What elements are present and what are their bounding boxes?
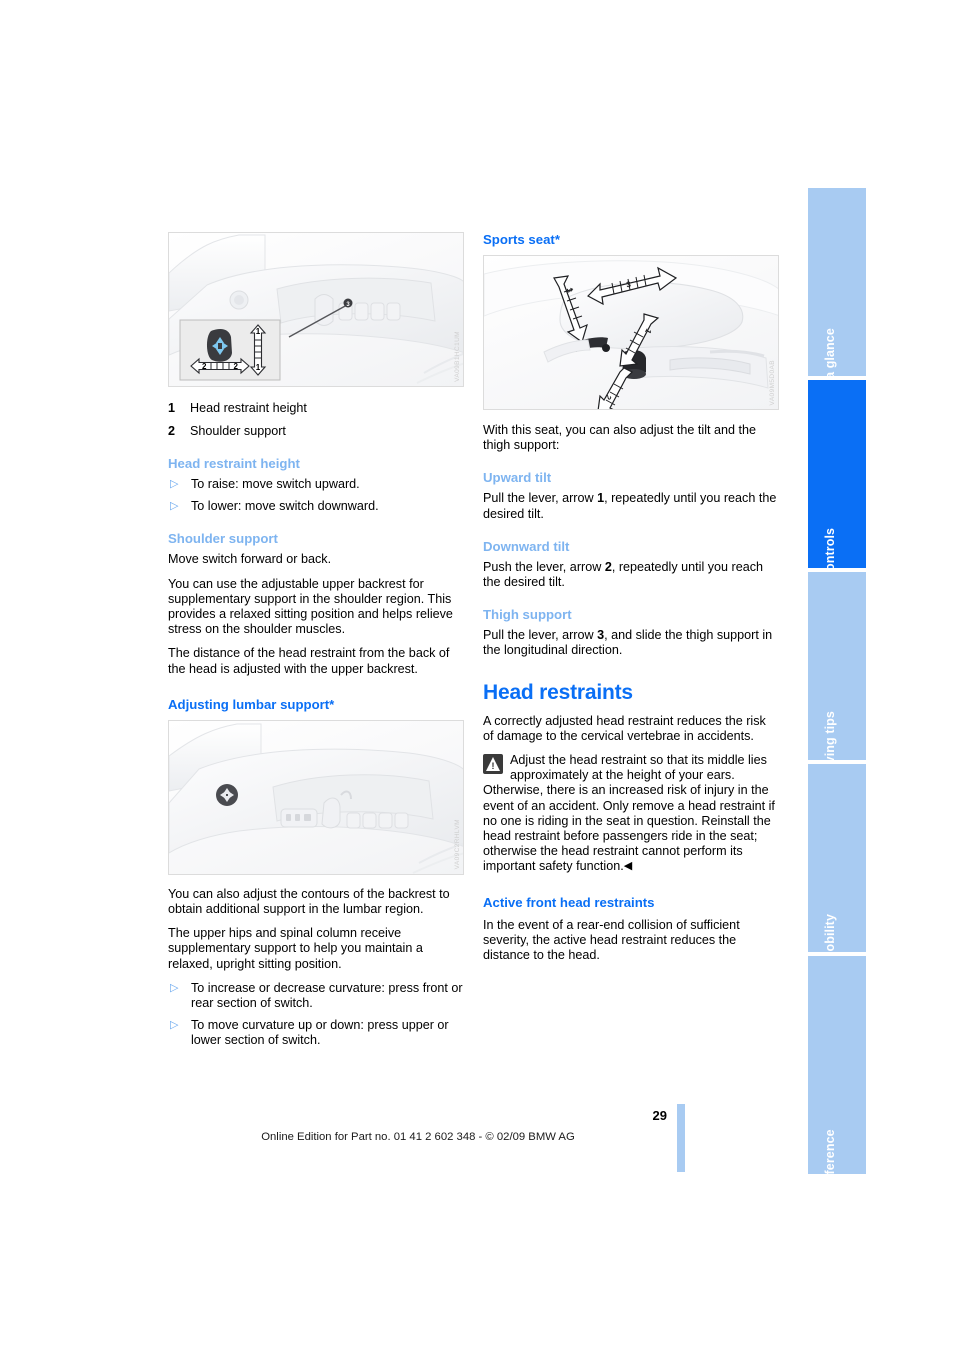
svg-text:1: 1 <box>256 327 261 336</box>
triangle-bullet-icon: ▷ <box>170 1019 179 1032</box>
bullet-item: ▷ To lower: move switch downward. <box>168 499 464 514</box>
triangle-bullet-icon: ▷ <box>170 478 179 490</box>
figure-legend-list: 1 Head restraint height 2 Shoulder suppo… <box>168 401 464 439</box>
paragraph: The upper hips and spinal column receive… <box>168 926 423 971</box>
text-before: Pull the lever, arrow <box>483 491 598 506</box>
text-before: Pull the lever, arrow <box>483 628 598 643</box>
paragraph: Pull the lever, arrow 1, repeatedly unti… <box>483 491 779 521</box>
paragraph: Push the lever, arrow 2, repeatedly unti… <box>483 560 779 590</box>
paragraph: With this seat, you can also adjust the … <box>483 423 757 453</box>
legend-number: 1 <box>168 401 176 415</box>
bullet-item: ▷ To move curvature up or down: press up… <box>168 1018 464 1048</box>
lumbar-illustration-svg <box>169 723 463 874</box>
heading-active-front-head-restraints: Active front head restraints <box>483 894 655 910</box>
triangle-bullet-icon: ▷ <box>170 500 179 513</box>
left-column: 3 1 1 2 2 VA09B1HC1UM 1 Head restraint h… <box>168 232 464 1056</box>
figure-image-code: VA09C2RHLVM <box>454 819 461 870</box>
paragraph: You can also adjust the contours of the … <box>168 886 450 917</box>
bullet-text: To raise: move switch upward. <box>191 477 360 491</box>
bullet-text: To increase or decrease curvature: press… <box>191 980 463 1011</box>
bullet-item: ▷ To increase or decrease curvature: pre… <box>168 981 464 1011</box>
page-title-head-restraints: Head restraints <box>483 680 633 704</box>
arrow-number: 2 <box>604 559 612 574</box>
sidebar-tab-at-a-glance[interactable]: At a glance <box>808 186 866 396</box>
warning-end-marker: ◀ <box>623 860 633 873</box>
svg-text:1: 1 <box>256 363 261 372</box>
figure-image-code: VA09M5D0AB <box>769 359 776 405</box>
warning-exclamation-mark: ! <box>491 761 495 772</box>
manual-page: At a glance Controls Driving tips Mobili… <box>0 0 954 1350</box>
heading-thigh-support: Thigh support <box>483 607 572 623</box>
bullet-text: To move curvature up or down: press uppe… <box>191 1018 449 1048</box>
paragraph: You can use the adjustable upper backres… <box>168 576 453 637</box>
sidebar-tab-mobility[interactable]: Mobility <box>808 762 866 962</box>
footer-edition-text: Online Edition for Part no. 01 41 2 602 … <box>261 1131 575 1143</box>
svg-text:2: 2 <box>234 362 239 371</box>
heading-sports-seat: Sports seat* <box>483 232 560 247</box>
lumbar-support-switch-illustration: VA09C2RHLVM <box>168 719 464 875</box>
triangle-bullet-icon: ▷ <box>170 981 179 994</box>
bullet-item: ▷ To raise: move switch upward. <box>168 477 464 492</box>
sports-seat-lever-illustration: 3 3 1 2 VA09M5D0AB <box>483 255 779 410</box>
figure-image-code: VA09B1HC1UM <box>454 331 461 382</box>
heading-upward-tilt: Upward tilt <box>483 470 552 486</box>
paragraph: In the event of a rear-end collision of … <box>483 917 740 963</box>
heading-head-restraint-height: Head restraint height <box>168 456 300 471</box>
warning-triangle-icon: ! <box>483 754 503 775</box>
footer-accent-bar <box>677 1104 685 1172</box>
legend-label: Head restraint height <box>190 401 307 415</box>
paragraph: Move switch forward or back. <box>168 552 332 567</box>
paragraph: Pull the lever, arrow 3, and slide the t… <box>483 628 779 658</box>
sidebar-tab-driving-tips[interactable]: Driving tips <box>808 570 866 781</box>
heading-shoulder-support: Shoulder support <box>168 531 278 547</box>
warning-notice: ! Adjust the head restraint so that its … <box>483 753 779 875</box>
legend-item: 1 Head restraint height <box>168 401 464 416</box>
sidebar-tab-reference[interactable]: Reference <box>808 954 866 1191</box>
heading-adjusting-lumbar-support: Adjusting lumbar support* <box>168 696 335 712</box>
text-before: Push the lever, arrow <box>483 559 605 574</box>
seat-adjustment-switch-illustration: 3 1 1 2 2 VA09B1HC1UM <box>168 232 464 387</box>
sports-seat-illustration-svg: 3 3 1 2 <box>484 260 778 409</box>
seat-illustration-svg: 3 1 1 2 2 <box>169 234 463 384</box>
sidebar-tab-controls[interactable]: Controls <box>808 378 866 580</box>
section-tab-strip: At a glance Controls Driving tips Mobili… <box>808 186 866 1191</box>
page-number: 29 <box>652 1108 667 1123</box>
legend-label: Shoulder support <box>190 424 286 438</box>
heading-downward-tilt: Downward tilt <box>483 538 570 554</box>
sidebar-tab-label: Reference <box>823 1129 837 1191</box>
paragraph: A correctly adjusted head restraint redu… <box>483 713 766 743</box>
bullet-text: To lower: move switch downward. <box>191 499 379 514</box>
warning-text: Adjust the head restraint so that its mi… <box>483 753 775 874</box>
legend-number: 2 <box>168 424 176 438</box>
right-column: Sports seat* 3 3 1 2 VA09M5D0AB With thi… <box>483 232 779 972</box>
legend-item: 2 Shoulder support <box>168 424 464 439</box>
svg-text:2: 2 <box>202 362 207 371</box>
paragraph: The distance of the head restraint from … <box>168 646 450 676</box>
